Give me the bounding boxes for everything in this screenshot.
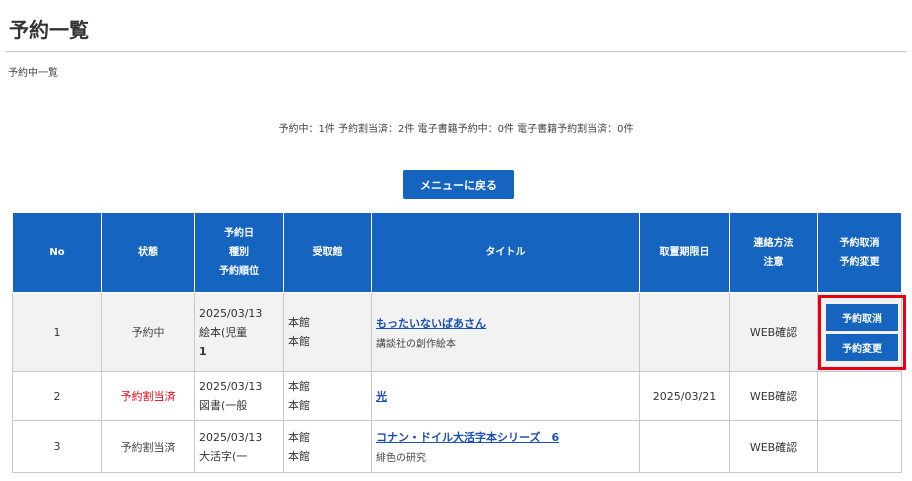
cell-deadline: 2025/03/21	[639, 371, 730, 421]
cell-status: 予約割当済	[101, 420, 195, 473]
title-series: 講談社の創作絵本	[376, 338, 456, 350]
table-row: 3 予約割当済 2025/03/13 大活字(一 本館 本館 コナン・ドイル大活…	[12, 420, 902, 473]
table-row: 1 予約中 2025/03/13 絵本(児童 1 本館 本館 もったいないばあさ…	[12, 292, 906, 372]
header-no: No	[12, 212, 102, 293]
cell-title: もったいないばあさん 講談社の創作絵本	[371, 292, 640, 372]
page-subtitle: 予約中一覧	[8, 68, 58, 79]
cell-title: 光	[371, 371, 640, 421]
cell-title: コナン・ドイル大活字本シリーズ 6 緋色の研究	[371, 420, 640, 473]
header-date-line1: 予約日	[224, 228, 254, 239]
cell-contact: WEB確認	[729, 371, 818, 421]
cell-library: 本館 本館	[283, 420, 372, 473]
header-contact-line2: 注意	[763, 256, 784, 268]
back-to-menu-button[interactable]: メニューに戻る	[403, 170, 514, 199]
cell-deadline	[639, 420, 730, 473]
header-title: タイトル	[371, 212, 640, 293]
library-line1: 本館	[288, 430, 310, 444]
cell-contact: WEB確認	[729, 420, 818, 473]
table-header-row: No 状態 予約日 種別 予約順位 受取館 タイトル 取置期限日 連絡方法 注意…	[12, 212, 902, 293]
change-reservation-button[interactable]: 予約変更	[826, 333, 898, 361]
page-title: 予約一覧	[9, 18, 89, 42]
cell-library: 本館 本館	[283, 292, 372, 372]
cell-status: 予約割当済	[101, 371, 195, 421]
title-divider	[6, 51, 906, 52]
header-status: 状態	[101, 212, 195, 293]
header-deadline: 取置期限日	[639, 212, 730, 293]
title-link[interactable]: 光	[376, 388, 635, 404]
reserve-date: 2025/03/13	[199, 430, 263, 444]
highlight-box: 予約取消 予約変更	[818, 294, 906, 370]
reservation-summary: 予約中：1件 予約割当済：2件 電子書籍予約中：0件 電子書籍予約割当済：0件	[278, 124, 634, 135]
header-date-line2: 種別	[229, 247, 249, 258]
library-line1: 本館	[288, 316, 310, 329]
cell-date: 2025/03/13 大活字(一	[194, 420, 284, 473]
header-action: 予約取消 予約変更	[817, 212, 902, 293]
library-line2: 本館	[288, 449, 310, 463]
table-row: 2 予約割当済 2025/03/13 図書(一般 本館 本館 光 2025/03…	[12, 371, 902, 421]
cell-action	[817, 371, 902, 421]
reserve-date: 2025/03/13	[199, 380, 263, 393]
reserve-rank: 1	[199, 344, 207, 358]
cancel-reservation-button[interactable]: 予約取消	[826, 303, 898, 331]
cell-date: 2025/03/13 図書(一般	[194, 371, 284, 421]
cell-no: 2	[12, 371, 102, 421]
cell-action: 予約取消 予約変更	[817, 292, 906, 372]
header-action-line1: 予約取消	[839, 237, 880, 249]
cell-status: 予約中	[101, 292, 195, 372]
title-link[interactable]: もったいないばあさん	[376, 315, 635, 331]
header-action-line2: 予約変更	[839, 256, 880, 268]
reserve-kind: 図書(一般	[199, 399, 248, 412]
cell-no: 1	[12, 292, 102, 372]
reserve-kind: 大活字(一	[199, 449, 248, 463]
cell-date: 2025/03/13 絵本(児童 1	[194, 292, 284, 372]
reservation-table: No 状態 予約日 種別 予約順位 受取館 タイトル 取置期限日 連絡方法 注意…	[12, 212, 906, 473]
title-link[interactable]: コナン・ドイル大活字本シリーズ 6	[376, 429, 635, 445]
cell-action	[817, 420, 902, 473]
cell-library: 本館 本館	[283, 371, 372, 421]
header-library: 受取館	[283, 212, 372, 293]
cell-no: 3	[12, 420, 102, 473]
reserve-date: 2025/03/13	[199, 306, 263, 320]
header-contact-line1: 連絡方法	[753, 237, 794, 249]
header-contact: 連絡方法 注意	[729, 212, 818, 293]
reserve-kind: 絵本(児童	[199, 325, 248, 339]
header-date: 予約日 種別 予約順位	[194, 212, 284, 293]
cell-deadline	[639, 292, 730, 372]
title-series: 緋色の研究	[376, 453, 426, 464]
header-date-line3: 予約順位	[219, 266, 259, 277]
library-line2: 本館	[288, 335, 310, 348]
library-line2: 本館	[288, 399, 310, 412]
cell-contact: WEB確認	[729, 292, 818, 372]
library-line1: 本館	[288, 380, 310, 393]
